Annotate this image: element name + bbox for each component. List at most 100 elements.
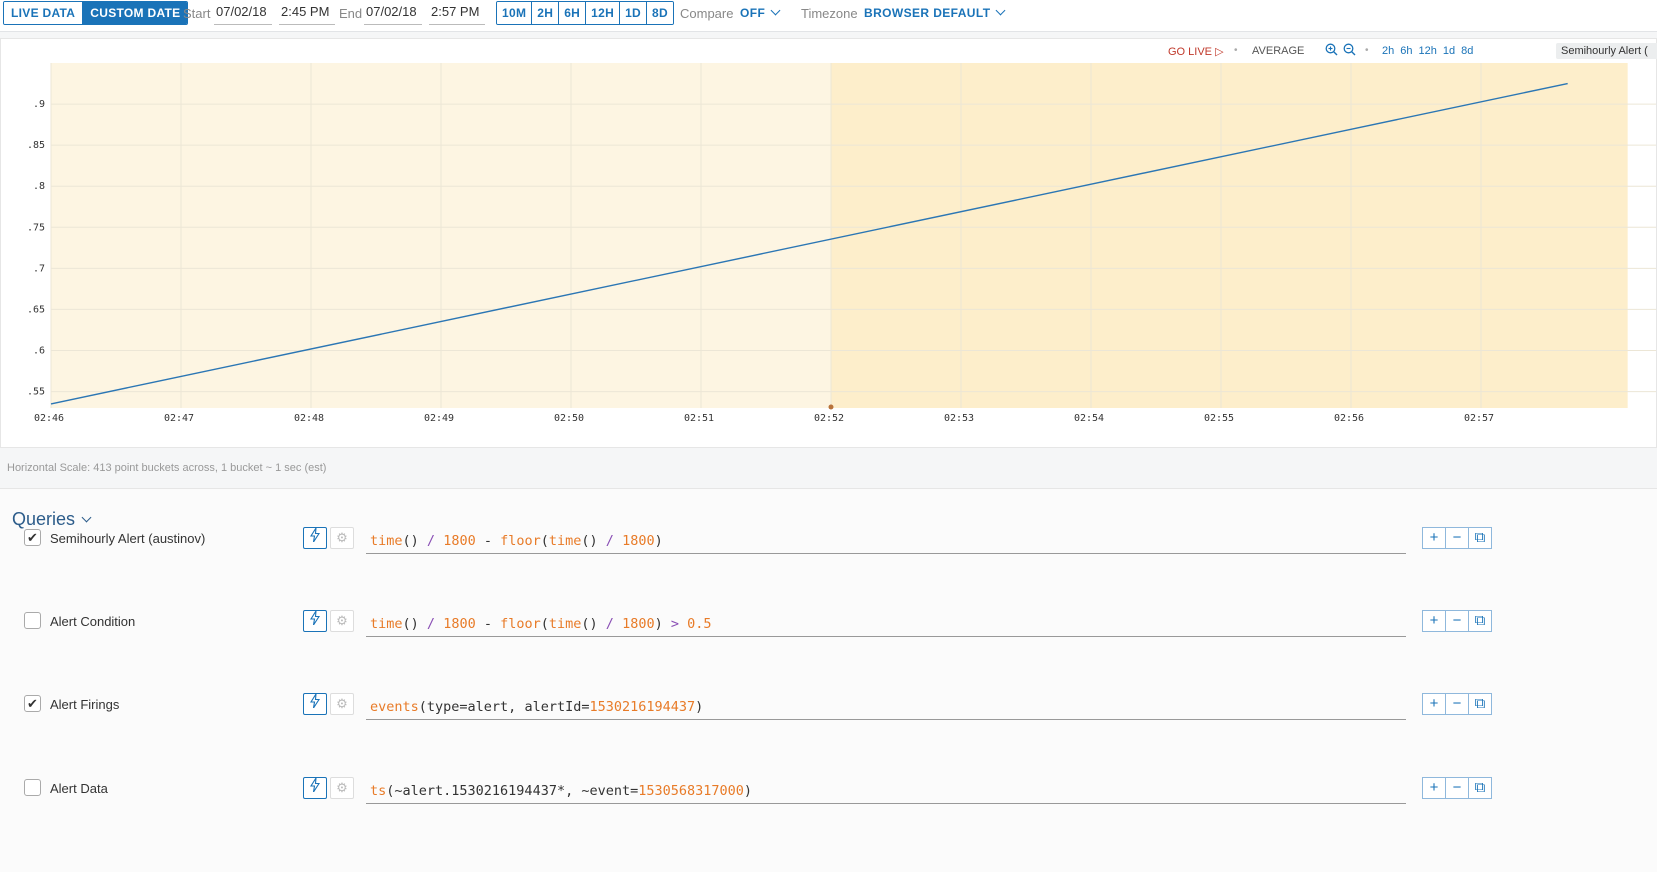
chevron-down-icon bbox=[770, 5, 781, 16]
compare-dropdown[interactable]: OFF bbox=[740, 5, 781, 20]
range-button-2h[interactable]: 2H bbox=[531, 2, 559, 24]
x-tick-label: 02:51 bbox=[684, 413, 714, 424]
span-links: 2h 6h 12h 1d 8d bbox=[1382, 45, 1473, 57]
chevron-down-icon bbox=[996, 5, 1006, 16]
query-settings-gear-icon[interactable]: ⚙ bbox=[330, 610, 354, 632]
query-checkbox[interactable]: ✔ bbox=[24, 695, 41, 712]
y-tick-label: .7 bbox=[33, 263, 45, 274]
query-actions: + − ⧉ bbox=[1422, 527, 1492, 549]
shaded-region-0 bbox=[51, 63, 891, 408]
chart-panel: GO LIVE ▷ • AVERAGE • 2h 6h 12h 1d 8d Semiho… bbox=[0, 38, 1657, 448]
query-settings-gear-icon[interactable]: ⚙ bbox=[330, 693, 354, 715]
copy-query-icon[interactable]: ⧉ bbox=[1468, 527, 1492, 549]
range-button-6h[interactable]: 6H bbox=[558, 2, 586, 24]
x-tick-label: 02:57 bbox=[1464, 413, 1494, 424]
span-link-6h[interactable]: 6h bbox=[1400, 45, 1412, 57]
y-tick-label: .85 bbox=[27, 140, 45, 151]
add-query-button[interactable]: + bbox=[1422, 610, 1446, 632]
x-tick-label: 02:48 bbox=[294, 413, 324, 424]
query-checkbox[interactable]: ✔ bbox=[24, 529, 41, 546]
range-buttons: 10M 2H 6H 12H 1D 8D bbox=[496, 1, 674, 25]
y-tick-label: .6 bbox=[33, 346, 45, 357]
query-actions: + − ⧉ bbox=[1422, 693, 1492, 715]
separator-dot: • bbox=[1234, 45, 1238, 56]
query-settings-gear-icon[interactable]: ⚙ bbox=[330, 527, 354, 549]
time-toolbar: LIVE DATA CUSTOM DATE Start 07/02/18 2:4… bbox=[0, 0, 1657, 32]
span-link-8d[interactable]: 8d bbox=[1461, 45, 1473, 57]
event-marker bbox=[828, 404, 834, 410]
remove-query-button[interactable]: − bbox=[1445, 777, 1469, 799]
span-link-12h[interactable]: 12h bbox=[1419, 45, 1437, 57]
copy-query-icon[interactable]: ⧉ bbox=[1468, 777, 1492, 799]
copy-query-icon[interactable]: ⧉ bbox=[1468, 610, 1492, 632]
timezone-value: BROWSER DEFAULT bbox=[864, 6, 991, 20]
start-date-field[interactable]: 07/02/18 bbox=[214, 3, 272, 25]
range-button-8d[interactable]: 8D bbox=[646, 2, 673, 24]
start-label: Start bbox=[183, 6, 211, 21]
horizontal-scale-note: Horizontal Scale: 413 point buckets acro… bbox=[7, 462, 327, 474]
add-query-button[interactable]: + bbox=[1422, 777, 1446, 799]
query-expression-input[interactable]: time() / 1800 - floor(time() / 1800) > 0… bbox=[366, 611, 1406, 637]
x-tick-label: 02:49 bbox=[424, 413, 454, 424]
y-tick-label: .65 bbox=[27, 304, 45, 315]
summarization-dropdown[interactable]: AVERAGE bbox=[1252, 45, 1304, 57]
query-expression-input[interactable]: events(type=alert, alertId=1530216194437… bbox=[366, 694, 1406, 720]
x-tick-label: 02:56 bbox=[1334, 413, 1364, 424]
mode-toggle: LIVE DATA CUSTOM DATE bbox=[3, 1, 189, 25]
query-expression-input[interactable]: time() / 1800 - floor(time() / 1800) bbox=[366, 528, 1406, 554]
copy-query-icon[interactable]: ⧉ bbox=[1468, 693, 1492, 715]
add-query-button[interactable]: + bbox=[1422, 527, 1446, 549]
span-link-1d[interactable]: 1d bbox=[1443, 45, 1455, 57]
query-name: Alert Condition bbox=[50, 614, 136, 629]
range-button-1d[interactable]: 1D bbox=[619, 2, 647, 24]
query-wizard-icon[interactable] bbox=[303, 610, 327, 632]
query-checkbox[interactable] bbox=[24, 779, 41, 796]
x-tick-label: 02:46 bbox=[34, 413, 64, 424]
y-tick-label: .75 bbox=[27, 222, 45, 233]
query-row: Alert Data ⚙ ts(~alert.1530216194437*, ~ev… bbox=[0, 775, 1657, 815]
remove-query-button[interactable]: − bbox=[1445, 527, 1469, 549]
query-row: ✔ Semihourly Alert (austinov) ⚙ time() / 18… bbox=[0, 525, 1657, 565]
x-tick-label: 02:53 bbox=[944, 413, 974, 424]
query-name: Semihourly Alert (austinov) bbox=[50, 531, 206, 546]
query-wizard-icon[interactable] bbox=[303, 527, 327, 549]
timezone-label: Timezone bbox=[801, 6, 858, 21]
end-date-field[interactable]: 07/02/18 bbox=[364, 3, 422, 25]
compare-value: OFF bbox=[740, 6, 766, 20]
query-row: Alert Condition ⚙ time() / 1800 - floor(ti… bbox=[0, 608, 1657, 648]
x-tick-label: 02:50 bbox=[554, 413, 584, 424]
add-query-button[interactable]: + bbox=[1422, 693, 1446, 715]
query-checkbox[interactable] bbox=[24, 612, 41, 629]
x-tick-label: 02:47 bbox=[164, 413, 194, 424]
span-link-2h[interactable]: 2h bbox=[1382, 45, 1394, 57]
query-wizard-icon[interactable] bbox=[303, 777, 327, 799]
live-data-button[interactable]: LIVE DATA bbox=[4, 2, 83, 24]
shaded-region-1 bbox=[831, 63, 1628, 408]
y-tick-label: .9 bbox=[33, 99, 45, 110]
query-actions: + − ⧉ bbox=[1422, 777, 1492, 799]
y-tick-label: .8 bbox=[33, 181, 45, 192]
x-tick-label: 02:52 bbox=[814, 413, 844, 424]
query-name: Alert Data bbox=[50, 781, 108, 796]
remove-query-button[interactable]: − bbox=[1445, 610, 1469, 632]
chevron-down-icon bbox=[81, 512, 92, 523]
query-actions: + − ⧉ bbox=[1422, 610, 1492, 632]
range-button-12h[interactable]: 12H bbox=[585, 2, 620, 24]
end-time-field[interactable]: 2:57 PM bbox=[429, 3, 485, 25]
x-tick-label: 02:55 bbox=[1204, 413, 1234, 424]
query-expression-input[interactable]: ts(~alert.1530216194437*, ~event=1530568… bbox=[366, 778, 1406, 804]
start-time-field[interactable]: 2:45 PM bbox=[279, 3, 335, 25]
query-wizard-icon[interactable] bbox=[303, 693, 327, 715]
custom-date-button[interactable]: CUSTOM DATE bbox=[82, 2, 188, 24]
line-chart[interactable]: 02:46 02:47 02:48 02:49 02:50 02:51 02:52 02:53… bbox=[1, 57, 1656, 447]
range-button-10m[interactable]: 10M bbox=[497, 2, 532, 24]
query-row: ✔ Alert Firings ⚙ events(type=alert, alertI… bbox=[0, 691, 1657, 731]
query-settings-gear-icon[interactable]: ⚙ bbox=[330, 777, 354, 799]
separator-dot: • bbox=[1365, 45, 1369, 56]
compare-label: Compare bbox=[680, 6, 734, 21]
y-tick-label: .55 bbox=[27, 387, 45, 398]
remove-query-button[interactable]: − bbox=[1445, 693, 1469, 715]
timezone-dropdown[interactable]: BROWSER DEFAULT bbox=[864, 5, 1006, 20]
x-tick-label: 02:54 bbox=[1074, 413, 1104, 424]
queries-panel: Queries ✔ Semihourly Alert (austinov) ⚙ tim… bbox=[0, 488, 1657, 872]
